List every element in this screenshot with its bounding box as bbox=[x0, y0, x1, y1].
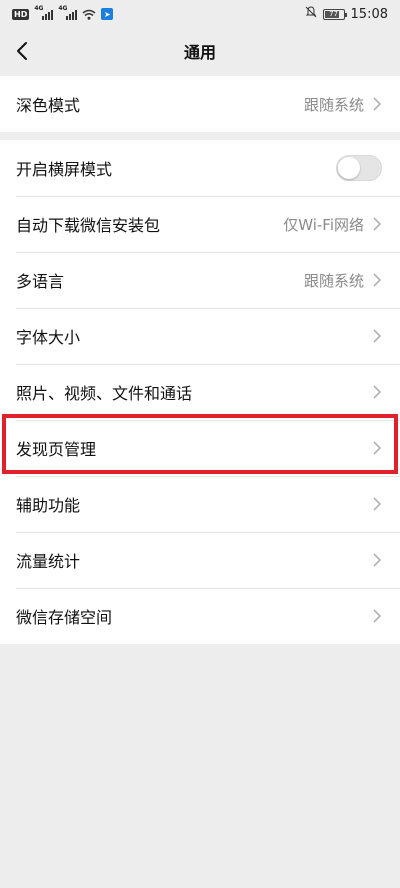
setting-label: 发现页管理 bbox=[16, 440, 97, 459]
status-time: 15:08 bbox=[350, 6, 388, 22]
wifi-icon bbox=[82, 9, 96, 20]
chevron-left-icon bbox=[17, 42, 27, 60]
hd-badge: HD bbox=[12, 8, 30, 20]
setting-storage[interactable]: 微信存储空间 bbox=[0, 588, 400, 644]
setting-label: 微信存储空间 bbox=[16, 608, 113, 627]
setting-media-files-calls[interactable]: 照片、视频、文件和通话 bbox=[0, 364, 400, 420]
app-notification-icon: ➤ bbox=[101, 8, 114, 20]
cell-signal-icon-2: 4G bbox=[58, 5, 78, 20]
setting-value: 跟随系统 bbox=[303, 95, 364, 114]
chevron-right-icon bbox=[373, 217, 382, 231]
setting-data-usage[interactable]: 流量统计 bbox=[0, 532, 400, 588]
chevron-right-icon bbox=[373, 273, 382, 287]
chevron-right-icon bbox=[373, 441, 382, 455]
setting-label: 多语言 bbox=[16, 272, 65, 291]
chevron-right-icon bbox=[373, 329, 382, 343]
nav-bar: 通用 bbox=[0, 28, 400, 74]
setting-label: 自动下载微信安装包 bbox=[16, 216, 161, 235]
toggle-knob bbox=[338, 157, 360, 179]
setting-font-size[interactable]: 字体大小 bbox=[0, 308, 400, 364]
back-button[interactable] bbox=[10, 38, 34, 64]
setting-discover-management[interactable]: 发现页管理 bbox=[0, 420, 400, 476]
setting-landscape-mode: 开启横屏模式 bbox=[0, 140, 400, 196]
battery-icon: 77 bbox=[322, 8, 347, 20]
chevron-right-icon bbox=[373, 385, 382, 399]
mute-bell-icon bbox=[305, 6, 317, 22]
chevron-right-icon bbox=[373, 97, 382, 111]
landscape-toggle[interactable] bbox=[336, 155, 382, 181]
setting-value: 仅Wi-Fi网络 bbox=[283, 215, 364, 234]
chevron-right-icon bbox=[373, 553, 382, 567]
cell-signal-icon: 4G bbox=[34, 5, 54, 20]
status-bar: HD 4G 4G ➤ 77 15:08 bbox=[0, 0, 400, 28]
setting-label: 流量统计 bbox=[16, 552, 81, 571]
setting-value: 跟随系统 bbox=[303, 271, 364, 290]
chevron-right-icon bbox=[373, 609, 382, 623]
settings-group-general: 开启横屏模式 自动下载微信安装包 仅Wi-Fi网络 多语言 跟随系统 字体大小 … bbox=[0, 140, 400, 644]
setting-language[interactable]: 多语言 跟随系统 bbox=[0, 252, 400, 308]
setting-label: 字体大小 bbox=[16, 328, 81, 347]
chevron-right-icon bbox=[373, 497, 382, 511]
page-title: 通用 bbox=[183, 43, 216, 62]
setting-dark-mode[interactable]: 深色模式 跟随系统 bbox=[0, 76, 400, 132]
battery-level: 77 bbox=[329, 9, 338, 18]
setting-label: 辅助功能 bbox=[16, 496, 81, 515]
setting-auto-download[interactable]: 自动下载微信安装包 仅Wi-Fi网络 bbox=[0, 196, 400, 252]
setting-label: 深色模式 bbox=[16, 96, 81, 115]
settings-group-display: 深色模式 跟随系统 bbox=[0, 76, 400, 132]
setting-label: 照片、视频、文件和通话 bbox=[16, 384, 193, 403]
setting-accessibility[interactable]: 辅助功能 bbox=[0, 476, 400, 532]
setting-label: 开启横屏模式 bbox=[16, 160, 113, 179]
